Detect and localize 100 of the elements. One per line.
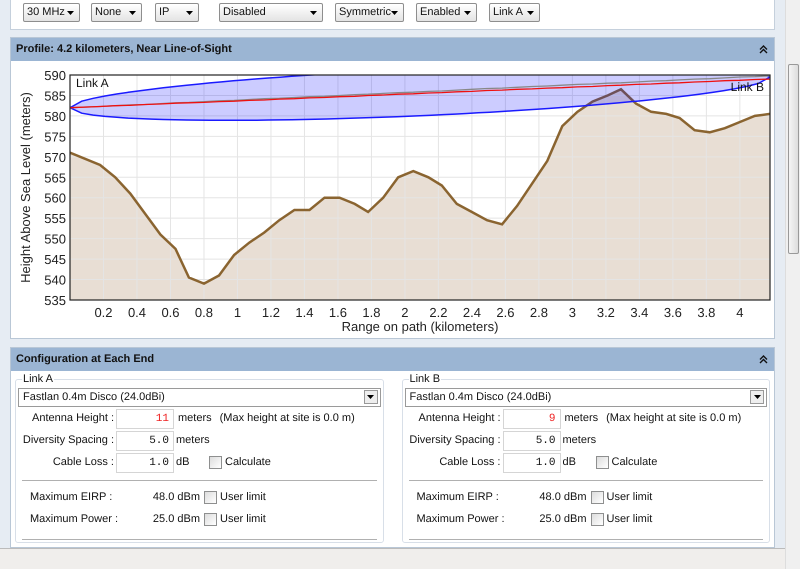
settings-dropdown[interactable]: IP [155, 3, 199, 22]
collapse-icon[interactable] [757, 44, 769, 56]
checkbox[interactable] [209, 456, 222, 469]
chart-annotation: Link A [76, 76, 109, 90]
x-tick-label: 3 [568, 305, 576, 320]
x-tick-label: 2.8 [530, 305, 548, 320]
x-tick-label: 2.2 [429, 305, 448, 320]
antenna-dropdown[interactable]: Fastlan 0.4m Disco (24.0dBi) [18, 388, 380, 406]
section-title: Profile: 4.2 kilometers, Near Line-of-Sight [16, 42, 232, 58]
group-legend: Link A [22, 371, 54, 388]
settings-dropdown[interactable]: Link A [489, 3, 540, 22]
section-title: Configuration at Each End [16, 352, 154, 368]
limit-value: 48.0 dBm [152, 490, 201, 506]
x-tick-label: 1.6 [328, 305, 347, 320]
dropdown-arrow-icon [527, 10, 534, 14]
y-tick-label: 580 [44, 108, 66, 124]
scrollbar-thumb[interactable] [788, 64, 799, 254]
y-tick-label: 535 [44, 293, 66, 308]
dropdown-arrow-icon [464, 10, 471, 14]
height-note: (Max height at site is 0.0 m) [606, 411, 742, 426]
checkbox[interactable] [204, 513, 217, 526]
dropdown-arrow-icon [129, 10, 136, 14]
unit-label: dB [562, 455, 577, 470]
settings-dropdown[interactable]: Enabled [416, 3, 477, 22]
y-tick-label: 585 [44, 88, 66, 104]
x-tick-label: 3.4 [630, 305, 648, 320]
limit-label: Maximum EIRP : [416, 490, 500, 506]
limit-value: 25.0 dBm [538, 512, 588, 528]
number-field[interactable]: 5.0 [116, 430, 174, 450]
checkbox[interactable] [204, 491, 217, 504]
settings-dropdown[interactable]: 30 MHz [23, 3, 80, 22]
x-tick-label: 0.2 [94, 305, 113, 320]
unit-label: meters [176, 433, 210, 448]
collapse-icon[interactable] [757, 354, 769, 366]
y-tick-label: 540 [44, 272, 66, 288]
x-tick-label: 4 [736, 305, 744, 320]
y-tick-label: 575 [44, 129, 66, 144]
dropdown-arrow-icon [391, 10, 398, 14]
unit-label: meters [178, 411, 212, 426]
x-tick-label: 0.6 [161, 305, 180, 320]
limit-label: Maximum Power : [29, 512, 118, 528]
limit-label: Maximum EIRP : [29, 490, 114, 506]
field-label: Cable Loss : [52, 455, 115, 470]
checkbox[interactable] [590, 491, 604, 504]
dropdown-arrow-icon [754, 395, 760, 399]
x-tick-label: 0.4 [128, 305, 146, 320]
group-legend: Link B [408, 371, 442, 388]
dropdown-arrow-icon [310, 10, 317, 14]
x-axis-title: Range on path (kilometers) [342, 319, 498, 334]
x-tick-label: 3.6 [664, 305, 682, 320]
x-tick-label: 3.2 [596, 305, 615, 320]
number-field[interactable]: 11 [116, 408, 174, 428]
number-field[interactable]: 1.0 [502, 452, 560, 472]
checkbox-label: Calculate [225, 455, 271, 470]
dropdown-arrow-icon [367, 395, 374, 399]
checkbox[interactable] [590, 513, 604, 526]
settings-dropdown[interactable]: Symmetric [335, 3, 404, 22]
x-tick-label: 1 [234, 305, 242, 320]
unit-label: dB [176, 455, 190, 470]
field-label: Diversity Spacing : [22, 433, 115, 448]
number-field[interactable]: 9 [502, 408, 560, 428]
number-field[interactable]: 1.0 [116, 452, 174, 472]
height-note: (Max height at site is 0.0 m) [220, 411, 355, 426]
y-tick-label: 590 [44, 68, 66, 83]
checkbox-label: User limit [606, 512, 652, 528]
x-tick-label: 1.2 [262, 305, 280, 320]
field-label: Diversity Spacing : [408, 433, 502, 448]
field-label: Antenna Height : [418, 411, 502, 426]
x-tick-label: 2.6 [496, 305, 514, 320]
checkbox-label: User limit [220, 512, 266, 528]
y-tick-label: 555 [44, 211, 66, 226]
number-field[interactable]: 5.0 [502, 430, 560, 450]
unit-label: meters [564, 411, 598, 426]
dropdown-arrow-icon [67, 10, 74, 14]
field-label: Cable Loss : [438, 455, 502, 470]
x-tick-label: 1.8 [362, 305, 380, 320]
x-tick-label: 2 [401, 305, 409, 320]
x-tick-label: 0.8 [194, 305, 213, 320]
antenna-dropdown[interactable]: Fastlan 0.4m Disco (24.0dBi) [404, 388, 767, 406]
field-label: Antenna Height : [31, 411, 115, 426]
settings-dropdown[interactable]: None [91, 3, 142, 22]
x-tick-label: 1.4 [295, 305, 314, 320]
unit-label: meters [562, 433, 596, 448]
x-tick-label: 2.4 [462, 305, 481, 320]
checkbox-label: Calculate [612, 455, 658, 470]
checkbox-label: User limit [606, 490, 652, 506]
y-tick-label: 550 [44, 232, 66, 247]
checkbox-label: User limit [220, 490, 266, 506]
y-tick-label: 545 [44, 252, 66, 268]
y-tick-label: 565 [44, 170, 66, 186]
limit-value: 25.0 dBm [152, 512, 201, 528]
scrollbar[interactable] [785, 0, 800, 569]
checkbox[interactable] [596, 456, 608, 469]
settings-dropdown[interactable]: Disabled [219, 3, 323, 22]
dropdown-arrow-icon [186, 10, 193, 14]
x-tick-label: 3.8 [697, 305, 716, 320]
y-tick-label: 560 [44, 190, 66, 206]
limit-label: Maximum Power : [416, 512, 504, 528]
y-tick-label: 570 [44, 150, 66, 165]
y-axis-title: Height Above Sea Level (meters) [18, 92, 33, 283]
